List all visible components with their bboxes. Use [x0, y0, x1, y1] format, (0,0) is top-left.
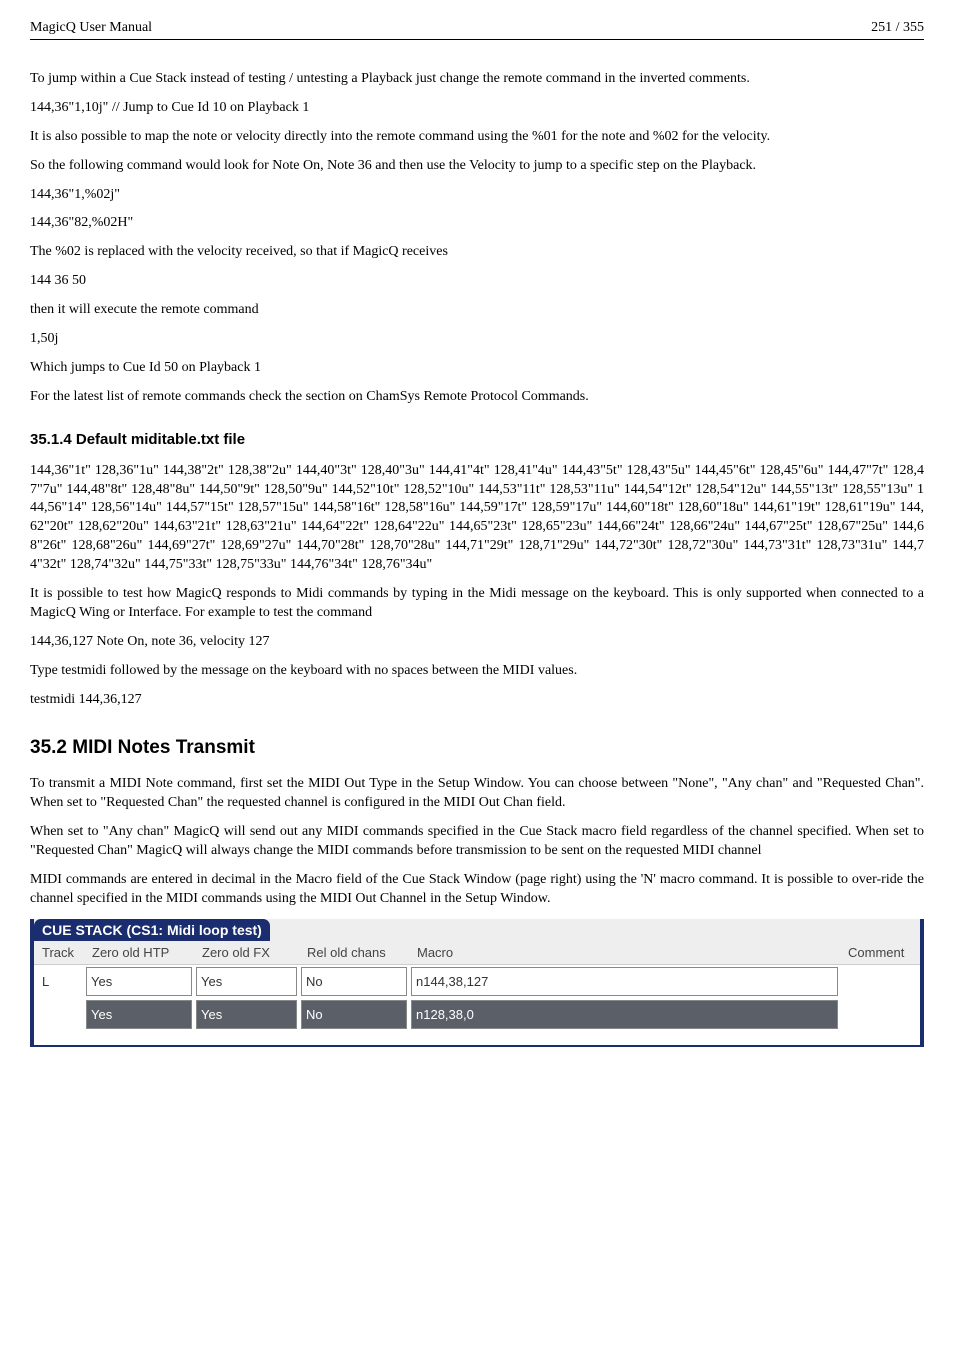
cell-htp[interactable]: Yes — [86, 1000, 192, 1029]
column-header-macro[interactable]: Macro — [409, 941, 840, 965]
body-text: 1,50j — [30, 330, 924, 349]
body-text: To jump within a Cue Stack instead of te… — [30, 70, 924, 89]
cell-fx[interactable]: Yes — [196, 967, 297, 996]
cell-track[interactable]: L — [34, 964, 84, 998]
body-text: It is possible to test how MagicQ respon… — [30, 585, 924, 623]
cue-stack-table: CUE STACK (CS1: Midi loop test) Track Ze… — [30, 919, 924, 1047]
manual-title: MagicQ User Manual — [30, 20, 152, 36]
cell-rel[interactable]: No — [301, 1000, 407, 1029]
body-text: It is also possible to map the note or v… — [30, 128, 924, 147]
body-text: Which jumps to Cue Id 50 on Playback 1 — [30, 359, 924, 378]
column-header-rel[interactable]: Rel old chans — [299, 941, 409, 965]
body-text: 144,36"82,%02H" — [30, 214, 924, 233]
body-text: For the latest list of remote commands c… — [30, 388, 924, 407]
cell-htp[interactable]: Yes — [86, 967, 192, 996]
cell-comment[interactable] — [840, 998, 920, 1031]
section-heading-35-2: 35.2 MIDI Notes Transmit — [30, 737, 924, 759]
table-row[interactable]: L Yes Yes No n144,38,127 — [34, 964, 920, 998]
cell-macro[interactable]: n144,38,127 — [411, 967, 838, 996]
body-text: MIDI commands are entered in decimal in … — [30, 871, 924, 909]
table-row-selected[interactable]: L Yes Yes No n128,38,0 — [34, 998, 920, 1031]
cell-fx[interactable]: Yes — [196, 1000, 297, 1029]
body-text: then it will execute the remote command — [30, 301, 924, 320]
column-header-comment[interactable]: Comment — [840, 941, 920, 965]
section-heading-35-1-4: 35.1.4 Default miditable.txt file — [30, 431, 924, 448]
cell-track[interactable]: L — [34, 998, 84, 1031]
column-header-track[interactable]: Track — [34, 941, 84, 965]
body-text: 144,36"1,10j" // Jump to Cue Id 10 on Pl… — [30, 99, 924, 118]
table-header-row: Track Zero old HTP Zero old FX Rel old c… — [34, 941, 920, 965]
column-header-fx[interactable]: Zero old FX — [194, 941, 299, 965]
body-text: testmidi 144,36,127 — [30, 691, 924, 710]
body-text: Type testmidi followed by the message on… — [30, 662, 924, 681]
cell-rel[interactable]: No — [301, 967, 407, 996]
column-header-htp[interactable]: Zero old HTP — [84, 941, 194, 965]
cell-macro[interactable]: n128,38,0 — [411, 1000, 838, 1029]
body-text: 144 36 50 — [30, 272, 924, 291]
body-text: To transmit a MIDI Note command, first s… — [30, 775, 924, 813]
body-text: The %02 is replaced with the velocity re… — [30, 243, 924, 262]
cue-stack-title: CUE STACK (CS1: Midi loop test) — [34, 919, 270, 941]
body-text: So the following command would look for … — [30, 157, 924, 176]
miditable-content: 144,36"1t" 128,36"1u" 144,38"2t" 128,38"… — [30, 462, 924, 575]
body-text: 144,36"1,%02j" — [30, 186, 924, 205]
body-text: When set to "Any chan" MagicQ will send … — [30, 823, 924, 861]
page-header: MagicQ User Manual 251 / 355 — [30, 20, 924, 40]
cell-comment[interactable] — [840, 964, 920, 998]
page-number: 251 / 355 — [871, 20, 924, 36]
body-text: 144,36,127 Note On, note 36, velocity 12… — [30, 633, 924, 652]
